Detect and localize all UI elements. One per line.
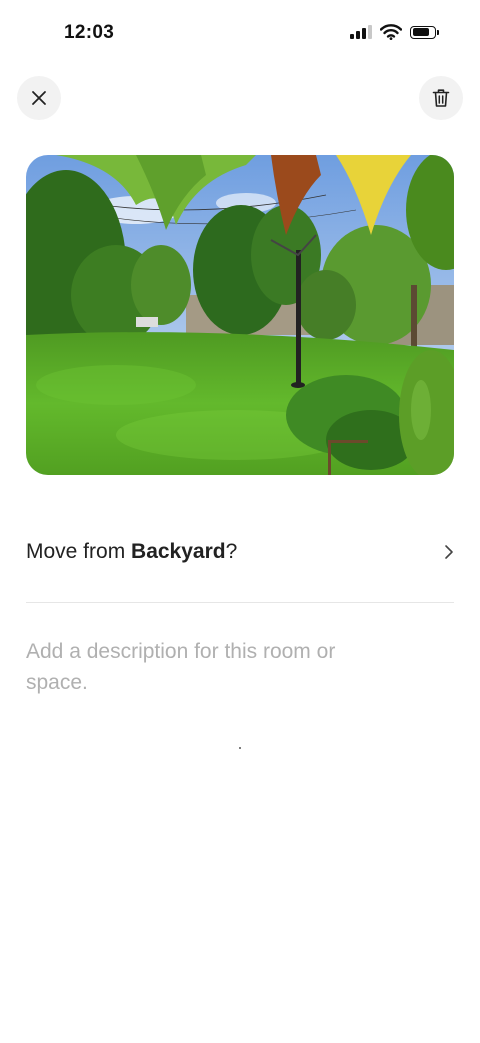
wifi-icon — [380, 24, 402, 40]
backyard-lawn-photo — [26, 155, 454, 475]
close-icon — [32, 91, 46, 105]
battery-icon — [410, 25, 439, 39]
trash-icon — [432, 89, 450, 107]
move-suffix: ? — [225, 540, 238, 563]
move-room-label: Move from Backyard? — [26, 540, 237, 564]
close-button[interactable] — [17, 76, 61, 120]
status-icons — [350, 24, 439, 40]
room-photo[interactable] — [26, 155, 454, 475]
description-input[interactable]: Add a description for this room or space… — [26, 636, 366, 698]
move-prefix: Move from — [26, 540, 132, 563]
status-time: 12:03 — [64, 22, 115, 43]
chevron-right-icon — [445, 545, 453, 559]
delete-button[interactable] — [419, 76, 463, 120]
text-cursor — [239, 747, 241, 749]
status-bar: 12:03 — [0, 0, 480, 70]
current-room-name: Backyard — [131, 540, 226, 563]
divider — [26, 602, 454, 603]
move-room-row[interactable]: Move from Backyard? — [26, 526, 454, 578]
cellular-signal-icon — [350, 25, 372, 39]
